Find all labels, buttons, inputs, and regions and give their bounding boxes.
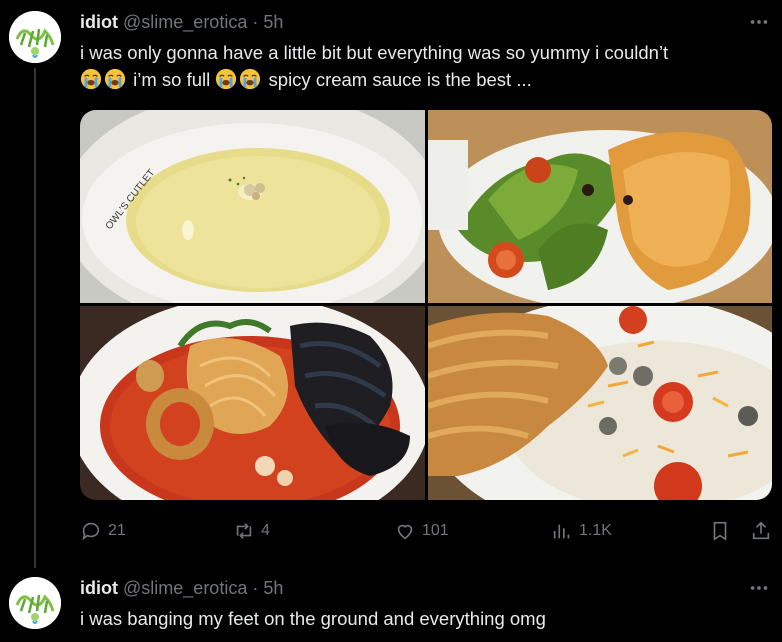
avatar[interactable] bbox=[9, 11, 61, 63]
tweet-header: idiot @slime_erotica · 5h bbox=[80, 11, 283, 33]
views-button[interactable]: 1.1K bbox=[551, 515, 612, 547]
separator: · bbox=[252, 12, 259, 32]
display-name[interactable]: idiot bbox=[80, 12, 118, 32]
user-handle[interactable]: @slime_erotica bbox=[123, 12, 247, 32]
reply-count: 21 bbox=[108, 522, 126, 539]
repost-button[interactable]: 4 bbox=[233, 515, 270, 547]
media-photo-pasta[interactable] bbox=[80, 306, 425, 500]
media-grid: OWL'S CUTLET bbox=[80, 110, 772, 500]
reply-button[interactable]: 21 bbox=[80, 515, 126, 547]
bookmark-button[interactable] bbox=[709, 515, 731, 547]
more-icon[interactable] bbox=[748, 577, 770, 599]
repost-count: 4 bbox=[261, 522, 270, 539]
like-button[interactable]: 101 bbox=[394, 515, 449, 547]
tweet[interactable]: idiot @slime_erotica · 5h i was only gon… bbox=[0, 0, 782, 568]
tweet-text-line1: i was only gonna have a little bit but e… bbox=[80, 42, 669, 63]
views-icon bbox=[553, 524, 570, 539]
media-photo-soup[interactable]: OWL'S CUTLET bbox=[80, 110, 425, 303]
tweet-text: i was banging my feet on the ground and … bbox=[80, 608, 546, 629]
display-name[interactable]: idiot bbox=[80, 578, 118, 598]
tweet-text-part3: spicy cream sauce is the best ... bbox=[268, 69, 532, 90]
user-handle[interactable]: @slime_erotica bbox=[123, 578, 247, 598]
share-button[interactable] bbox=[750, 515, 772, 547]
repost-icon bbox=[236, 523, 252, 539]
loudly-crying-face-icon bbox=[240, 68, 261, 90]
media-photo-salad[interactable] bbox=[428, 110, 772, 303]
media-photo-cutlet[interactable] bbox=[428, 306, 772, 500]
loudly-crying-face-icon bbox=[80, 68, 102, 90]
tweet-text: i was only gonna have a little bit but e… bbox=[80, 39, 770, 93]
loudly-crying-face-icon bbox=[216, 68, 237, 90]
tweet-text-part2: i’m so full bbox=[133, 69, 211, 90]
avatar[interactable] bbox=[9, 577, 61, 629]
like-count: 101 bbox=[422, 522, 449, 539]
loudly-crying-face-icon bbox=[104, 68, 126, 90]
tweet[interactable]: idiot @slime_erotica · 5h i was banging … bbox=[0, 568, 782, 642]
timestamp[interactable]: 5h bbox=[263, 578, 283, 598]
reply-icon bbox=[82, 522, 100, 541]
bookmark-icon bbox=[713, 521, 727, 541]
tweet-header: idiot @slime_erotica · 5h bbox=[80, 577, 283, 599]
timestamp[interactable]: 5h bbox=[263, 12, 283, 32]
more-icon[interactable] bbox=[748, 11, 770, 33]
views-count: 1.1K bbox=[579, 522, 612, 539]
thread-connector bbox=[34, 68, 36, 568]
share-icon bbox=[752, 521, 770, 540]
tweet-actions: 21 4 101 1.1K bbox=[80, 515, 772, 547]
like-icon bbox=[397, 524, 413, 540]
separator: · bbox=[252, 578, 259, 598]
